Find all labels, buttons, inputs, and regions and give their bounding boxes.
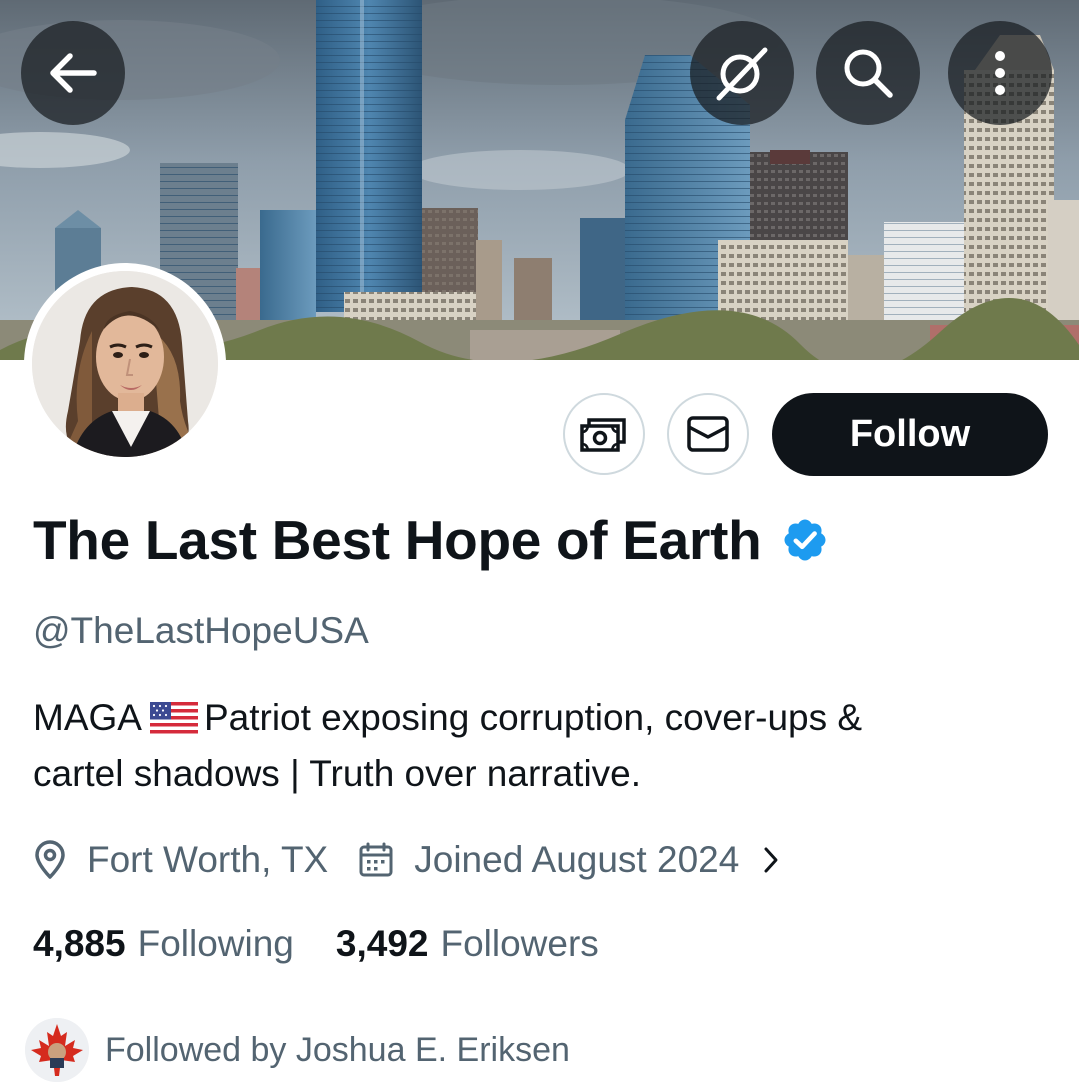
follower-avatar (25, 1018, 89, 1082)
followers-stat-link[interactable]: 3,492 Followers (336, 923, 599, 965)
profile-photo (32, 271, 218, 457)
profile-handle: @TheLastHopeUSA (33, 610, 369, 651)
message-button[interactable] (667, 393, 749, 475)
profile-meta-row: Fort Worth, TX Joined August 2024 (33, 832, 781, 888)
profile-joined-date: Joined August 2024 (358, 839, 739, 881)
followed-by-text: Followed by Joshua E. Eriksen (105, 1030, 570, 1069)
subscribe-button[interactable] (563, 393, 645, 475)
arrow-left-icon (50, 53, 97, 93)
profile-display-name: The Last Best Hope of Earth (33, 509, 762, 571)
following-stat-link[interactable]: 4,885 Following (33, 923, 294, 965)
envelope-icon (687, 416, 729, 452)
search-icon (844, 49, 893, 98)
profile-name-row: The Last Best Hope of Earth (33, 508, 829, 572)
us-flag-emoji-icon (149, 702, 198, 734)
search-button[interactable] (816, 21, 920, 125)
grok-button[interactable] (690, 21, 794, 125)
more-vertical-icon (995, 51, 1005, 95)
subscribe-money-icon (580, 418, 626, 452)
location-text: Fort Worth, TX (87, 839, 329, 880)
profile-stats: 4,885 Following 3,492 Followers (33, 916, 599, 972)
grok-icon (716, 47, 768, 101)
maple-leaf-avatar-image (25, 1018, 89, 1082)
joined-text: Joined August 2024 (414, 839, 740, 880)
verified-badge-icon[interactable] (781, 516, 829, 564)
profile-bio: MAGA Patriot exposing corruption, cover-… (33, 690, 1043, 802)
bio-text-1: Patriot exposing corruption, cover-ups & (203, 697, 863, 738)
bio-maga-text: MAGA (33, 697, 142, 738)
followers-label: Followers (440, 923, 599, 964)
location-pin-icon (35, 840, 65, 879)
chevron-right-icon[interactable] (761, 845, 781, 875)
followed-by-row[interactable]: Followed by Joshua E. Eriksen (25, 1018, 570, 1082)
followers-count: 3,492 (335, 923, 429, 964)
calendar-icon (359, 842, 393, 877)
follow-button[interactable]: Follow (772, 393, 1048, 476)
more-options-button[interactable] (948, 21, 1052, 125)
following-count: 4,885 (33, 923, 126, 964)
profile-avatar[interactable] (24, 263, 226, 465)
profile-location: Fort Worth, TX (33, 839, 328, 881)
back-button[interactable] (21, 21, 125, 125)
following-label: Following (137, 923, 294, 964)
bio-line-2: cartel shadows | Truth over narrative. (33, 753, 642, 794)
bio-line-1: MAGA Patriot exposing corruption, cover-… (33, 690, 1043, 746)
